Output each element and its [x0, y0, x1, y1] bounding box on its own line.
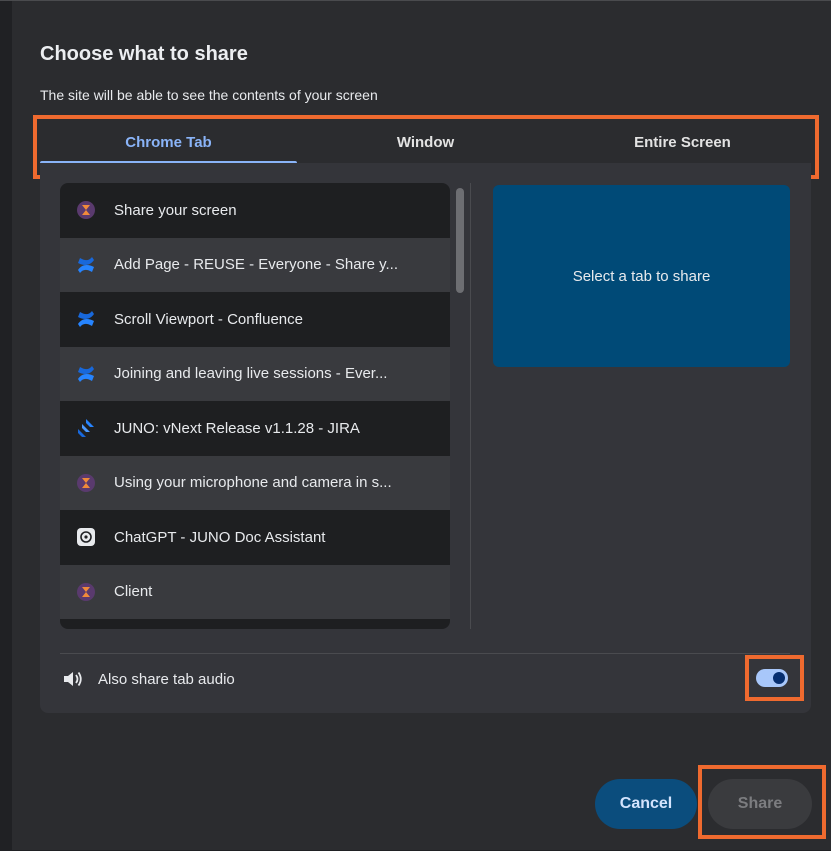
vertical-divider — [470, 183, 471, 629]
dialog-title: Choose what to share — [40, 43, 248, 65]
list-item[interactable]: Scroll Viewport - Confluence — [60, 292, 450, 347]
confluence-icon — [76, 309, 96, 329]
window-edge — [0, 1, 12, 851]
list-item-label: Add Page - REUSE - Everyone - Share y... — [114, 256, 399, 274]
list-item-label: Joining and leaving live sessions - Ever… — [114, 365, 388, 383]
list-item[interactable]: Add Page - REUSE - Everyone - Share y... — [60, 237, 450, 292]
list-item[interactable]: ChatGPT - JUNO Doc Assistant — [60, 510, 450, 565]
list-item-label: ChatGPT - JUNO Doc Assistant — [114, 528, 326, 546]
juno-avatar-icon — [76, 200, 96, 220]
list-item-label: Client — [114, 583, 153, 601]
list-item-label: Share your screen — [114, 201, 237, 219]
juno-avatar-icon — [76, 473, 96, 493]
chatgpt-icon — [76, 527, 96, 547]
tab-list-scrollbar[interactable] — [456, 188, 464, 293]
list-item-label: Scroll Viewport - Confluence — [114, 310, 303, 328]
juno-avatar-icon — [76, 582, 96, 602]
share-source-tabs: Chrome Tab Window Entire Screen — [40, 121, 811, 164]
list-item-label: Using your microphone and camera in s... — [114, 474, 392, 492]
list-item[interactable]: Joining and leaving live sessions - Ever… — [60, 346, 450, 401]
tab-window[interactable]: Window — [297, 121, 554, 163]
cancel-button[interactable]: Cancel — [595, 779, 697, 829]
confluence-icon — [76, 255, 96, 275]
tab-preview: Select a tab to share — [493, 185, 790, 367]
share-audio-toggle[interactable] — [756, 669, 788, 687]
list-item-label: JUNO: vNext Release v1.1.28 - JIRA — [114, 419, 360, 437]
speaker-icon — [62, 669, 84, 689]
toggle-knob — [773, 672, 785, 684]
tab-chrome-tab[interactable]: Chrome Tab — [40, 121, 297, 164]
preview-placeholder: Select a tab to share — [572, 267, 711, 285]
tab-picker-panel: Share your screen Add Page - REUSE - Eve… — [40, 163, 811, 713]
share-button[interactable]: Share — [708, 779, 812, 829]
tab-entire-screen[interactable]: Entire Screen — [554, 121, 811, 163]
tab-list: Share your screen Add Page - REUSE - Eve… — [60, 183, 450, 629]
list-item[interactable]: Client — [60, 564, 450, 619]
horizontal-divider — [60, 653, 790, 654]
dialog-subtitle: The site will be able to see the content… — [40, 87, 378, 103]
jira-icon — [76, 418, 96, 438]
list-item[interactable]: JUNO: vNext Release v1.1.28 - JIRA — [60, 401, 450, 456]
confluence-icon — [76, 364, 96, 384]
audio-option: Also share tab audio — [62, 667, 235, 691]
list-item[interactable]: Using your microphone and camera in s... — [60, 455, 450, 510]
list-item[interactable]: Share your screen — [60, 183, 450, 238]
share-dialog: Choose what to share The site will be ab… — [0, 0, 831, 851]
audio-label: Also share tab audio — [98, 670, 235, 688]
